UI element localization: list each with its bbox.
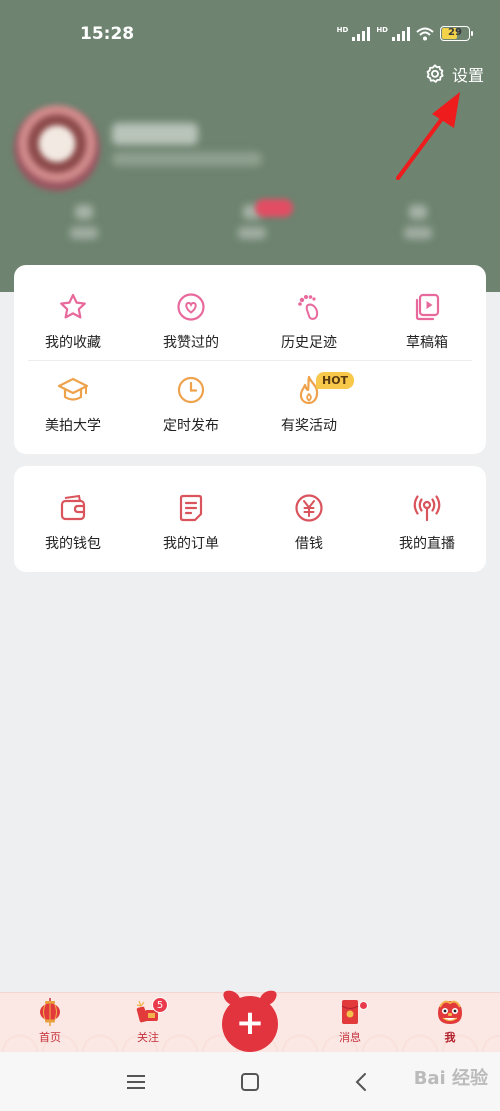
item-label: 我的钱包 [45, 536, 101, 552]
hot-badge: HOT [316, 372, 355, 389]
signal-icon-2 [392, 26, 410, 41]
stat-blurred-3[interactable] [398, 205, 438, 245]
footprint-icon [298, 295, 319, 320]
tab-label: 我 [444, 1031, 456, 1044]
message-dot [359, 1001, 368, 1010]
item-label: 我赞过的 [163, 335, 219, 351]
borrow-money-item[interactable]: 借钱 [250, 492, 368, 553]
clock-icon [177, 376, 205, 404]
status-bar: 15:28 HD HD 29 [0, 0, 500, 60]
my-wallet-item[interactable]: 我的钱包 [14, 492, 132, 553]
red-arrow-annotation [396, 92, 460, 180]
draft-box-icon [415, 293, 440, 321]
tab-label: 关注 [137, 1031, 159, 1044]
item-label: 借钱 [295, 536, 323, 552]
item-label: 我的直播 [399, 536, 455, 552]
status-icons: HD HD 29 [336, 26, 473, 41]
yen-icon [295, 494, 323, 522]
item-label: 草稿箱 [406, 335, 448, 351]
menu-icon[interactable] [124, 1070, 148, 1094]
signal-icon [352, 26, 371, 41]
watermark: Bai 经验 [413, 1068, 488, 1089]
scheduled-post-item[interactable]: 定时发布 [132, 374, 250, 435]
back-icon[interactable] [350, 1070, 374, 1094]
battery-level: 29 [448, 27, 462, 38]
my-live-item[interactable]: 我的直播 [368, 492, 486, 553]
tab-following[interactable]: 5 关注 [118, 997, 178, 1045]
creator-tools-card: 我的收藏 我赞过的 历史足迹 草稿箱 美拍大学 定时发布 有奖活动 HOT [14, 265, 486, 454]
finance-card: 我的钱包 我的订单 借钱 我的直播 [14, 466, 486, 572]
hd-label-2: HD [376, 26, 388, 34]
following-badge: 5 [152, 997, 168, 1013]
meipai-university-item[interactable]: 美拍大学 [14, 374, 132, 435]
graduation-cap-icon [57, 377, 89, 401]
my-orders-item[interactable]: 我的订单 [132, 492, 250, 553]
tab-label: 首页 [39, 1031, 61, 1044]
tab-label: 消息 [339, 1031, 361, 1044]
star-icon [60, 293, 86, 319]
broadcast-icon [413, 495, 441, 522]
my-favorites-item[interactable]: 我的收藏 [14, 291, 132, 352]
hd-label: HD [336, 26, 349, 34]
create-post-button[interactable]: + [222, 988, 278, 1052]
lion-head-icon [438, 1000, 462, 1024]
home-square-icon[interactable] [238, 1070, 262, 1094]
profile-header: 15:28 HD HD 29 设置 [0, 0, 500, 292]
avatar[interactable] [14, 105, 100, 191]
history-item[interactable]: 历史足迹 [250, 291, 368, 352]
stat-blurred-1[interactable] [64, 205, 104, 245]
plus-icon: + [235, 1003, 265, 1043]
battery-icon: 29 [440, 26, 473, 41]
username-blurred [112, 123, 198, 145]
tab-messages[interactable]: 消息 [320, 997, 380, 1045]
item-label: 历史足迹 [281, 335, 337, 351]
divider [28, 360, 472, 361]
tab-me[interactable]: 我 [420, 997, 480, 1045]
heart-icon [177, 293, 205, 321]
item-label: 我的收藏 [45, 335, 101, 351]
item-label: 我的订单 [163, 536, 219, 552]
user-subtitle-blurred [112, 152, 262, 166]
order-icon [179, 494, 203, 522]
lantern-icon [40, 998, 60, 1026]
liked-item[interactable]: 我赞过的 [132, 291, 250, 352]
tab-home[interactable]: 首页 [20, 997, 80, 1045]
drafts-item[interactable]: 草稿箱 [368, 291, 486, 352]
stat-badge-blurred [255, 199, 293, 217]
item-label: 有奖活动 [281, 418, 337, 434]
wallet-icon [60, 494, 86, 521]
wifi-icon [416, 27, 434, 40]
item-label: 美拍大学 [45, 418, 101, 434]
item-label: 定时发布 [163, 418, 219, 434]
status-time: 15:28 [80, 24, 135, 44]
